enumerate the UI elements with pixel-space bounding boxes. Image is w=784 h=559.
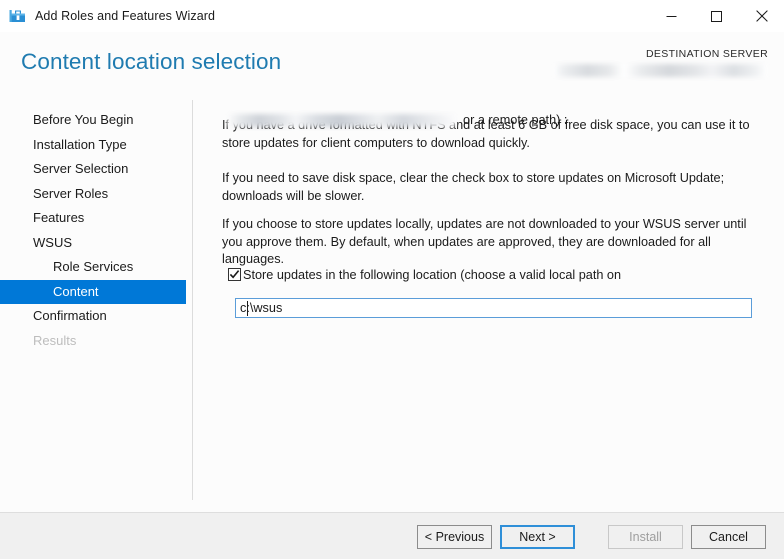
wizard-navigation: Before You Begin Installation Type Serve…	[0, 94, 192, 512]
wizard-body: Before You Begin Installation Type Serve…	[0, 94, 784, 512]
text-caret	[247, 301, 248, 316]
sidebar-item-label: Server Selection	[33, 161, 129, 176]
wizard-toolbox-icon	[9, 7, 27, 25]
destination-server-value-redacted	[553, 64, 768, 77]
store-updates-checkbox[interactable]	[228, 268, 241, 281]
store-updates-checkbox-label-line2: , or a remote path) :	[227, 112, 567, 130]
minimize-button[interactable]	[649, 0, 694, 32]
sidebar-item-label: Content	[53, 283, 99, 299]
store-updates-checkbox-label: Store updates in the following location …	[243, 268, 622, 282]
store-updates-checkbox-label-suffix: , or a remote path) :	[456, 112, 568, 127]
sidebar-item-features[interactable]: Features	[0, 206, 192, 231]
next-button[interactable]: Next >	[500, 525, 575, 549]
content-pane: If you have a drive formatted with NTFS …	[222, 94, 762, 512]
sidebar-item-label: Results	[33, 332, 77, 348]
sidebar-item-label: Role Services	[53, 259, 134, 274]
maximize-button[interactable]	[694, 0, 739, 32]
sidebar-item-role-services[interactable]: Role Services	[0, 255, 192, 280]
description-paragraph-2: If you need to save disk space, clear th…	[222, 171, 725, 203]
sidebar-item-confirmation[interactable]: Confirmation	[0, 304, 192, 329]
sidebar-item-label: Installation Type	[33, 136, 127, 152]
sidebar-item-results: Results	[0, 329, 192, 354]
content-path-input[interactable]	[235, 298, 752, 318]
install-button: Install	[608, 525, 683, 549]
page-header: Content location selection DESTINATION S…	[0, 32, 784, 94]
wizard-footer: < Previous Next > Install Cancel	[0, 512, 784, 559]
sidebar-item-label: Confirmation	[33, 308, 107, 323]
nav-content-divider	[192, 100, 193, 500]
previous-button[interactable]: < Previous	[417, 525, 492, 549]
sidebar-item-wsus[interactable]: WSUS	[0, 231, 192, 256]
sidebar-item-label: WSUS	[33, 234, 72, 250]
sidebar-item-label: Features	[33, 210, 85, 225]
description-paragraph-3: If you choose to store updates locally, …	[222, 217, 747, 266]
close-icon	[755, 10, 768, 22]
local-path-hint-redacted	[227, 113, 456, 127]
sidebar-item-installation-type[interactable]: Installation Type	[0, 133, 192, 158]
sidebar-item-server-roles[interactable]: Server Roles	[0, 182, 192, 207]
footer-button-group: < Previous Next > Install Cancel	[417, 525, 766, 549]
sidebar-item-server-selection[interactable]: Server Selection	[0, 157, 192, 182]
window-title: Add Roles and Features Wizard	[35, 9, 216, 23]
sidebar-item-content[interactable]: Content	[0, 279, 186, 304]
sidebar-item-label: Server Roles	[33, 185, 109, 201]
navigation-list: Before You Begin Installation Type Serve…	[0, 108, 192, 353]
sidebar-item-label: Before You Begin	[33, 112, 134, 127]
close-button[interactable]	[739, 0, 784, 32]
title-bar: Add Roles and Features Wizard	[0, 0, 784, 32]
maximize-icon	[711, 10, 722, 22]
window-controls	[649, 0, 784, 32]
cancel-button[interactable]: Cancel	[691, 525, 766, 549]
destination-server-label: DESTINATION SERVER	[645, 48, 768, 60]
page-title: Content location selection	[21, 49, 282, 74]
sidebar-item-before-you-begin[interactable]: Before You Begin	[0, 108, 192, 133]
minimize-icon	[666, 11, 677, 22]
wizard-window: Add Roles and Features Wizard Content lo…	[0, 0, 784, 559]
destination-server-block: DESTINATION SERVER	[553, 48, 768, 77]
